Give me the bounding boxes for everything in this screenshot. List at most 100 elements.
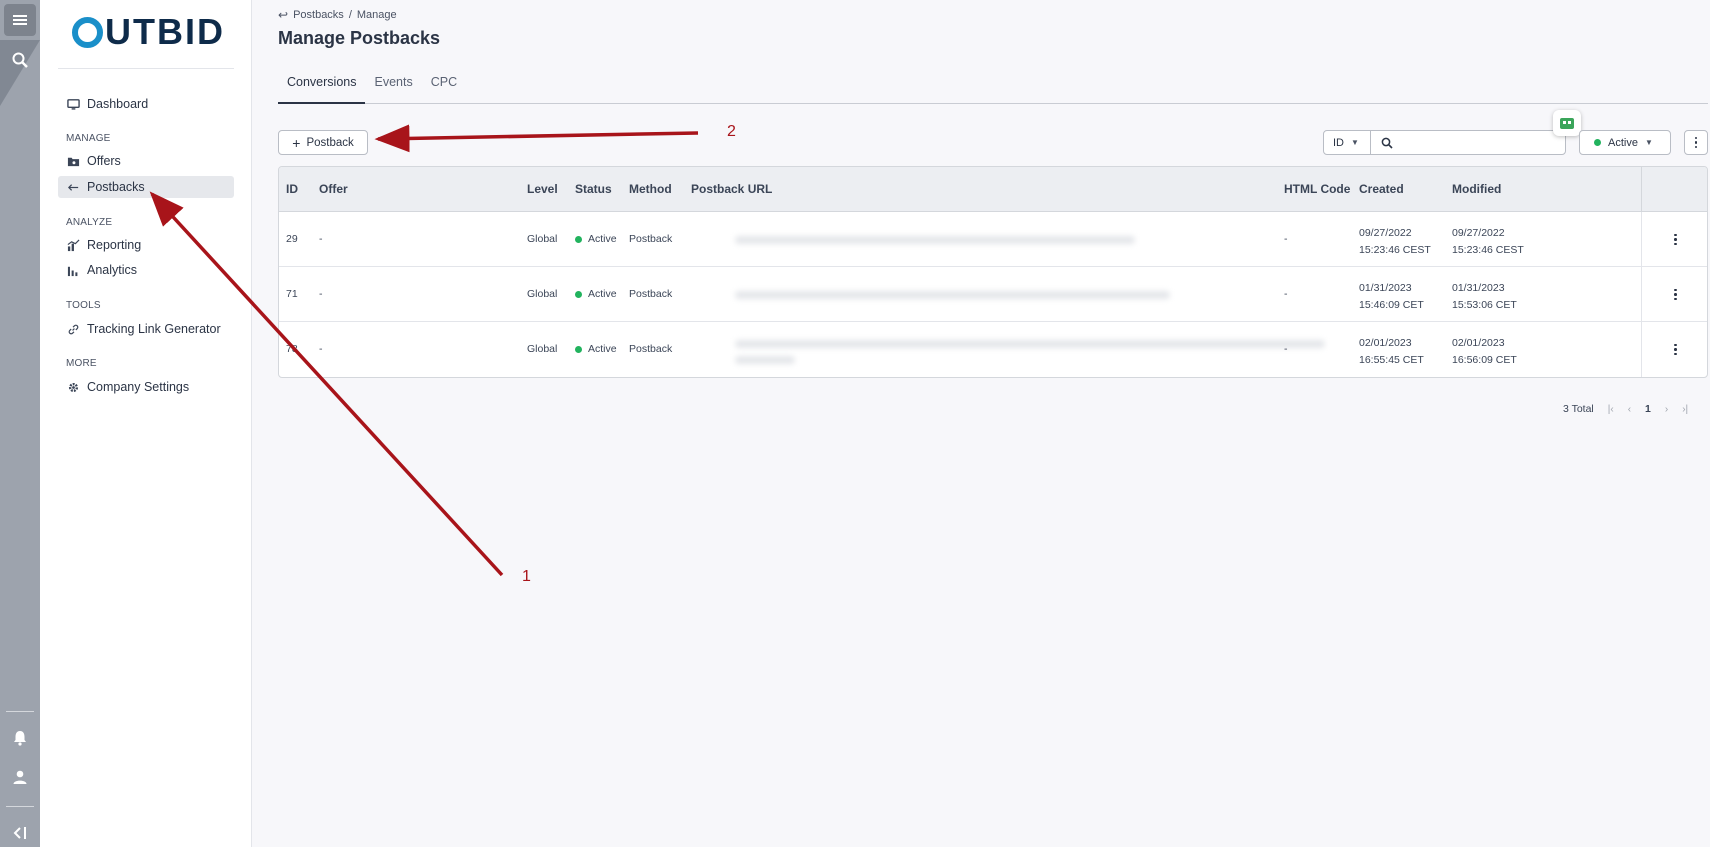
modified-date: 02/01/2023 bbox=[1452, 337, 1505, 349]
table-row[interactable]: 29 - Global Active Postback - 09/27/2022… bbox=[279, 212, 1707, 267]
annotation-label-2: 2 bbox=[727, 123, 736, 140]
table-row[interactable]: 71 - Global Active Postback - 01/31/2023… bbox=[279, 267, 1707, 322]
kebab-icon bbox=[1674, 288, 1677, 301]
status-filter-select[interactable]: Active ▼ bbox=[1579, 130, 1671, 155]
bell-icon[interactable] bbox=[4, 722, 36, 754]
icon-rail bbox=[0, 0, 40, 847]
cell-postback-url-redacted bbox=[723, 273, 1343, 316]
modified-date: 09/27/2022 bbox=[1452, 227, 1505, 239]
column-header-status[interactable]: Status bbox=[575, 182, 612, 196]
more-options-button[interactable] bbox=[1684, 130, 1708, 155]
sidebar-item-analytics[interactable]: Analytics bbox=[58, 259, 234, 281]
cell-html-code: - bbox=[1284, 288, 1288, 300]
bot-face-icon bbox=[1560, 117, 1574, 129]
caret-down-icon: ▼ bbox=[1351, 138, 1359, 147]
first-page-button[interactable]: |‹ bbox=[1608, 404, 1614, 415]
caret-down-icon: ▼ bbox=[1644, 138, 1653, 147]
row-actions-button[interactable] bbox=[1641, 322, 1707, 377]
table-row[interactable]: 78 - Global Active Postback - 02/01/2023… bbox=[279, 322, 1707, 377]
rail-divider bbox=[6, 711, 34, 712]
sidebar-item-company-settings[interactable]: Company Settings bbox=[58, 376, 234, 398]
status-dot-icon bbox=[575, 290, 582, 298]
cell-modified: 09/27/2022 15:23:46 CEST bbox=[1452, 225, 1524, 259]
column-header-html-code[interactable]: HTML Code bbox=[1284, 182, 1350, 196]
sidebar-item-label: Reporting bbox=[87, 238, 142, 252]
return-arrow-icon[interactable]: ↩ bbox=[278, 8, 288, 22]
add-postback-button[interactable]: + Postback bbox=[278, 130, 368, 155]
rail-divider bbox=[6, 806, 34, 807]
search-box bbox=[1370, 130, 1566, 155]
column-header-postback-url[interactable]: Postback URL bbox=[691, 182, 772, 196]
row-actions-button[interactable] bbox=[1641, 212, 1707, 267]
annotation-label-1: 1 bbox=[522, 568, 531, 585]
column-header-created[interactable]: Created bbox=[1359, 182, 1404, 196]
cell-postback-url-redacted bbox=[723, 328, 1343, 371]
sidebar-item-tracking-link-generator[interactable]: Tracking Link Generator bbox=[58, 318, 234, 340]
gear-icon bbox=[66, 380, 80, 394]
sidebar-item-dashboard[interactable]: Dashboard bbox=[58, 93, 234, 115]
link-icon bbox=[66, 322, 80, 336]
folder-icon bbox=[66, 154, 80, 168]
current-page[interactable]: 1 bbox=[1645, 403, 1651, 415]
cell-offer: - bbox=[319, 343, 323, 355]
brand-logo[interactable]: UTBID bbox=[72, 12, 225, 52]
column-header-offer[interactable]: Offer bbox=[319, 182, 348, 196]
next-page-button[interactable]: › bbox=[1665, 404, 1668, 415]
menu-icon[interactable] bbox=[4, 4, 36, 36]
modified-time: 15:53:06 CET bbox=[1452, 299, 1517, 311]
cell-status: Active bbox=[575, 288, 617, 300]
column-header-modified[interactable]: Modified bbox=[1452, 182, 1501, 196]
collapse-icon[interactable] bbox=[4, 817, 36, 847]
tab-events[interactable]: Events bbox=[365, 70, 421, 104]
prev-page-button[interactable]: ‹ bbox=[1628, 404, 1631, 415]
sidebar-item-label: Offers bbox=[87, 154, 121, 168]
cell-method: Postback bbox=[629, 288, 673, 300]
search-input[interactable] bbox=[1399, 132, 1565, 153]
modified-date: 01/31/2023 bbox=[1452, 282, 1505, 294]
cell-level: Global bbox=[527, 233, 558, 245]
column-header-method[interactable]: Method bbox=[629, 182, 672, 196]
column-header-id[interactable]: ID bbox=[286, 182, 298, 196]
sidebar-item-offers[interactable]: Offers bbox=[58, 150, 234, 172]
tab-conversions[interactable]: Conversions bbox=[278, 70, 366, 104]
cell-created: 09/27/2022 15:23:46 CEST bbox=[1359, 225, 1431, 259]
modified-time: 15:23:46 CEST bbox=[1452, 244, 1524, 256]
section-more: MORE bbox=[66, 358, 97, 369]
last-page-button[interactable]: ›| bbox=[1682, 404, 1688, 415]
breadcrumb-parent[interactable]: Postbacks bbox=[293, 9, 344, 21]
main-content: ↩ Postbacks / Manage Manage Postbacks Co… bbox=[253, 0, 1710, 847]
filter-field-select[interactable]: ID ▼ bbox=[1323, 130, 1371, 155]
cell-modified: 02/01/2023 16:56:09 CET bbox=[1452, 335, 1517, 369]
logo-ring-icon bbox=[72, 16, 103, 48]
status-dot-icon bbox=[575, 235, 582, 243]
cell-id: 71 bbox=[286, 288, 298, 300]
reporting-icon bbox=[66, 238, 80, 252]
table-header: ID Offer Level Status Method Postback UR… bbox=[279, 167, 1707, 212]
user-icon[interactable] bbox=[4, 761, 36, 793]
section-tools: TOOLS bbox=[66, 300, 101, 311]
cell-offer: - bbox=[319, 233, 323, 245]
kebab-icon bbox=[1674, 233, 1677, 246]
created-date: 01/31/2023 bbox=[1359, 282, 1412, 294]
cell-status: Active bbox=[575, 233, 617, 245]
column-header-level[interactable]: Level bbox=[527, 182, 558, 196]
sidebar-item-postbacks[interactable]: Postbacks bbox=[58, 176, 234, 198]
logo-text: UTBID bbox=[105, 11, 225, 52]
kebab-icon bbox=[1674, 343, 1677, 356]
cell-status: Active bbox=[575, 343, 617, 355]
cell-html-code: - bbox=[1284, 233, 1288, 245]
sidebar-item-label: Tracking Link Generator bbox=[87, 322, 221, 336]
cell-modified: 01/31/2023 15:53:06 CET bbox=[1452, 280, 1517, 314]
plus-icon: + bbox=[292, 134, 301, 151]
row-actions-button[interactable] bbox=[1641, 267, 1707, 322]
status-text: Active bbox=[588, 233, 617, 245]
tab-cpc[interactable]: CPC bbox=[422, 70, 466, 104]
search-icon[interactable] bbox=[4, 44, 36, 76]
created-time: 15:23:46 CEST bbox=[1359, 244, 1431, 256]
cell-method: Postback bbox=[629, 233, 673, 245]
actions-column-header bbox=[1641, 167, 1707, 212]
sidebar-item-reporting[interactable]: Reporting bbox=[58, 234, 234, 256]
extension-bot-icon[interactable] bbox=[1553, 110, 1581, 136]
breadcrumb: ↩ Postbacks / Manage bbox=[278, 8, 397, 22]
cell-html-code: - bbox=[1284, 343, 1288, 355]
